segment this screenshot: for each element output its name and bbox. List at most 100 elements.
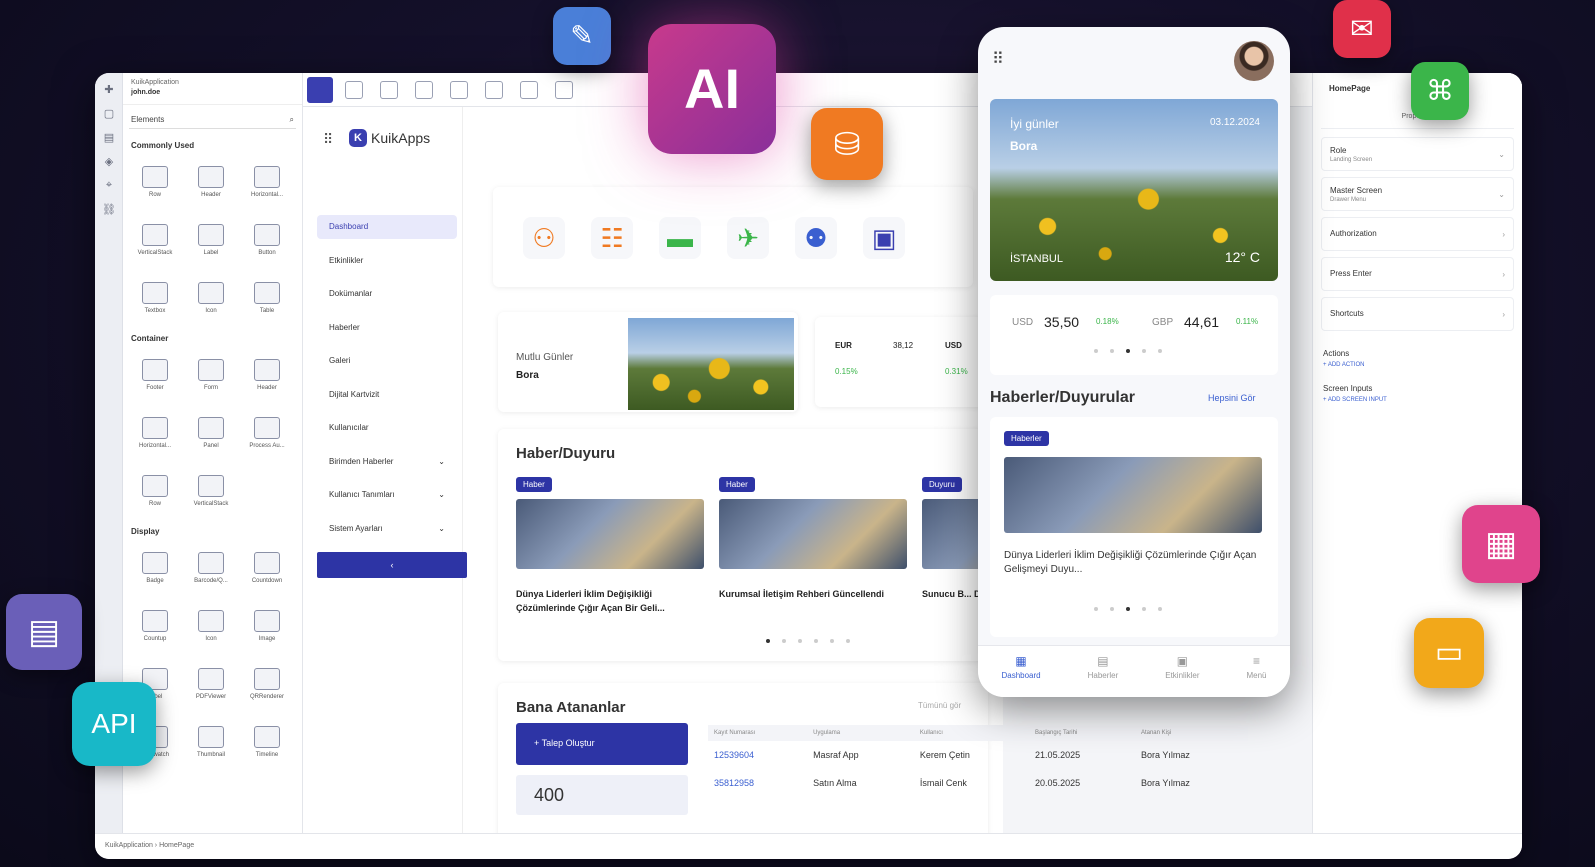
phone-tab[interactable]: ≡ Menü (1246, 654, 1266, 697)
element-tile[interactable]: Image (241, 602, 293, 654)
element-tile[interactable]: Label (185, 216, 237, 268)
phone-tab[interactable]: ▤ Haberler (1088, 654, 1119, 697)
phone-news-pager[interactable] (1094, 607, 1162, 611)
property-field[interactable]: Role Landing Screen ⌄ (1321, 137, 1514, 171)
property-field[interactable]: Press Enter › (1321, 257, 1514, 291)
property-field[interactable]: Master Screen Drawer Menu ⌄ (1321, 177, 1514, 211)
search-icon[interactable]: ⌕ (290, 115, 294, 124)
element-tile-label: Barcode/Q... (194, 578, 228, 584)
element-tile[interactable]: Header (241, 351, 293, 403)
create-request-button[interactable]: + Talep Oluştur (516, 723, 688, 765)
collapse-sidebar-button[interactable]: ‹ (317, 552, 467, 578)
phone-tab[interactable]: ▣ Etkinlikler (1165, 654, 1199, 697)
welcome-greeting: Mutlu Günler (516, 352, 574, 363)
toolbar-icon-7[interactable] (555, 81, 573, 99)
element-tile[interactable]: Row (129, 158, 181, 210)
flow-icon[interactable]: ◈ (102, 155, 116, 169)
apps-grid-icon[interactable]: ⠿ (992, 49, 1004, 69)
brand: K KuikApps (349, 129, 430, 147)
avatar[interactable] (1234, 41, 1274, 81)
nav-item[interactable]: Haberler (317, 316, 457, 340)
element-tile[interactable]: Barcode/Q... (185, 544, 237, 596)
book-icon[interactable]: ▣ (863, 217, 905, 259)
nav-item[interactable]: Etkinlikler (317, 249, 457, 273)
element-tile[interactable]: Row (129, 467, 181, 519)
toolbar-icon-6[interactable] (520, 81, 538, 99)
apps-grid-icon[interactable]: ⠿ (323, 131, 333, 148)
element-tile[interactable]: Badge (129, 544, 181, 596)
section-header[interactable]: Commonly Used (123, 135, 302, 156)
phone-tab[interactable]: ▦ Dashboard (1001, 654, 1040, 697)
see-all-news-link[interactable]: Hepsini Gör (1208, 393, 1256, 403)
table-row[interactable]: 35812958 Satın Alma İsmail Cenk 20.05.2025 B… (708, 769, 1248, 797)
column-header[interactable]: Kullanıcı (914, 725, 1029, 741)
element-tile[interactable]: Timeline (241, 718, 293, 770)
element-tile[interactable]: Countup (129, 602, 181, 654)
link-icon[interactable]: ⛓ (102, 203, 116, 217)
element-tile[interactable]: Countdown (241, 544, 293, 596)
element-tile[interactable]: Form (185, 351, 237, 403)
database-icon[interactable]: ▤ (102, 131, 116, 145)
element-tile[interactable]: Button (241, 216, 293, 268)
news-caption[interactable]: Dünya Liderleri İklim Değişikliği Çözüml… (516, 587, 704, 615)
element-tile[interactable]: Table (241, 274, 293, 326)
see-all-link[interactable]: Tümünü gör (918, 701, 961, 710)
add-icon[interactable]: ✚ (102, 83, 116, 97)
users-icon[interactable]: ⚉ (795, 217, 837, 259)
column-header[interactable]: Uygulama (807, 725, 914, 741)
element-tile[interactable]: Process Au... (241, 409, 293, 461)
element-tile[interactable]: Icon (185, 274, 237, 326)
section-header[interactable]: Container (123, 328, 302, 349)
nav-item[interactable]: Sistem Ayarları ⌄ (317, 517, 457, 541)
element-tile[interactable]: Textbox (129, 274, 181, 326)
property-field[interactable]: Authorization › (1321, 217, 1514, 251)
element-tile[interactable]: Icon (185, 602, 237, 654)
table-cell[interactable]: 35812958 (708, 769, 807, 797)
badge-icon[interactable]: ⚇ (523, 217, 565, 259)
nav-item[interactable]: Dokümanlar (317, 282, 457, 306)
column-header[interactable]: Atanan Kişi (1135, 725, 1248, 741)
column-header[interactable]: Kayıt Numarası (708, 725, 807, 741)
page-icon[interactable]: ▢ (102, 107, 116, 121)
nav-item[interactable]: Kullanıcı Tanımları ⌄ (317, 483, 457, 507)
news-pager[interactable] (766, 639, 850, 643)
contact-card-icon[interactable]: ☷ (591, 217, 633, 259)
element-tile[interactable]: Horizontal... (129, 409, 181, 461)
plane-icon[interactable]: ✈ (727, 217, 769, 259)
element-tile[interactable]: QRRenderer (241, 660, 293, 712)
element-tile[interactable]: Horizontal... (241, 158, 293, 210)
element-tile[interactable]: VerticalStack (129, 216, 181, 268)
column-header[interactable]: Başlangıç Tarihi (1029, 725, 1135, 741)
section-header[interactable]: Display (123, 521, 302, 542)
table-cell[interactable]: 12539604 (708, 741, 807, 769)
table-row[interactable]: 12539604 Masraf App Kerem Çetin 21.05.2025 B… (708, 741, 1248, 769)
nav-item[interactable]: Birimden Haberler ⌄ (317, 450, 457, 474)
pin-icon[interactable]: ⌖ (102, 179, 116, 193)
news-caption[interactable]: Kurumsal İletişim Rehberi Güncellendi (719, 587, 907, 601)
property-field[interactable]: Shortcuts › (1321, 297, 1514, 331)
news-image[interactable] (719, 499, 907, 569)
nav-item[interactable]: Dashboard (317, 215, 457, 239)
elements-search[interactable]: Elements ⌕ (129, 111, 296, 129)
element-tile[interactable]: Panel (185, 409, 237, 461)
design-mode-icon[interactable] (307, 77, 333, 103)
phone-news-card[interactable]: Haberler Dünya Liderleri İklim Değişikli… (990, 417, 1278, 637)
element-tile[interactable]: PDFViewer (185, 660, 237, 712)
rates-pager[interactable] (1094, 349, 1162, 353)
nav-item[interactable]: Kullanıcılar (317, 416, 457, 440)
element-tile[interactable]: VerticalStack (185, 467, 237, 519)
toolbar-icon-3[interactable] (415, 81, 433, 99)
toolbar-icon-4[interactable] (450, 81, 468, 99)
element-tile[interactable]: Footer (129, 351, 181, 403)
add-screen-input-link[interactable]: + ADD SCREEN INPUT (1313, 397, 1522, 403)
element-tile[interactable]: Thumbnail (185, 718, 237, 770)
news-image[interactable] (516, 499, 704, 569)
element-tile[interactable]: Header (185, 158, 237, 210)
credit-card-icon[interactable]: ▬ (659, 217, 701, 259)
toolbar-icon-5[interactable] (485, 81, 503, 99)
toolbar-icon-1[interactable] (345, 81, 363, 99)
news-card: Haber/Duyuru Haber Dünya Liderleri İklim … (498, 429, 988, 661)
nav-item[interactable]: Dijital Kartvizit (317, 383, 457, 407)
toolbar-icon-2[interactable] (380, 81, 398, 99)
nav-item[interactable]: Galeri (317, 349, 457, 373)
